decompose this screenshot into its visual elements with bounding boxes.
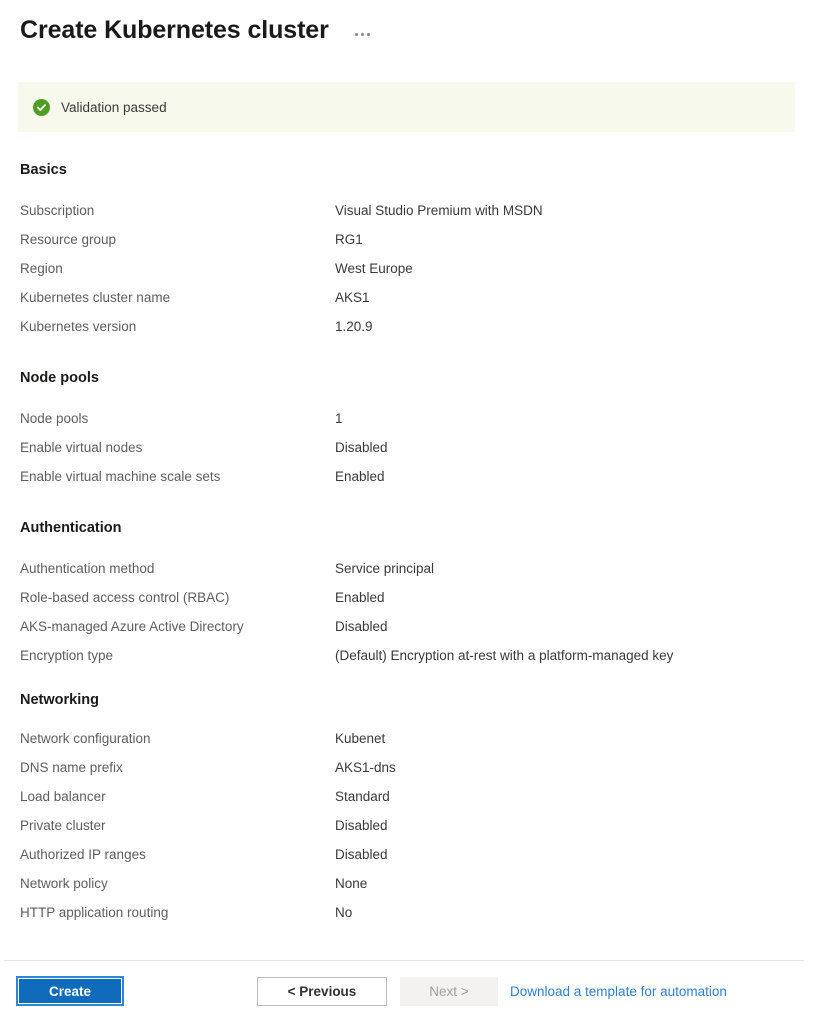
download-template-link[interactable]: Download a template for automation	[510, 984, 727, 999]
summary-row: Role-based access control (RBAC) Enabled	[0, 583, 814, 612]
row-label: Network policy	[20, 876, 108, 891]
summary-row: HTTP application routing No	[0, 898, 814, 927]
section-authentication: Authentication Authentication method Ser…	[0, 518, 814, 670]
summary-row: Enable virtual nodes Disabled	[0, 433, 814, 462]
summary-row: Resource group RG1	[0, 225, 814, 254]
row-value: West Europe	[335, 261, 413, 276]
row-value: Disabled	[335, 847, 388, 862]
row-label: DNS name prefix	[20, 760, 123, 775]
row-label: Encryption type	[20, 648, 114, 663]
row-label: Role-based access control (RBAC)	[20, 590, 230, 605]
section-heading: Basics	[20, 162, 67, 178]
section-networking: Networking Network configuration Kubenet…	[0, 690, 814, 927]
row-value: AKS1-dns	[335, 760, 396, 775]
section-heading: Authentication	[20, 520, 122, 536]
row-value: Enabled	[335, 469, 385, 484]
check-circle-icon	[33, 98, 50, 116]
summary-row: Encryption type (Default) Encryption at-…	[0, 641, 814, 670]
ellipsis-dot-icon	[360, 32, 364, 36]
row-value: No	[335, 905, 353, 920]
summary-row: Load balancer Standard	[0, 782, 814, 811]
section-rows: Node pools 1 Enable virtual nodes Disabl…	[0, 404, 814, 491]
validation-message: Validation passed	[61, 99, 167, 115]
row-value: None	[335, 876, 368, 891]
row-label: AKS-managed Azure Active Directory	[20, 619, 244, 634]
row-label: Subscription	[20, 203, 95, 218]
previous-button[interactable]: < Previous	[257, 976, 387, 1006]
create-button[interactable]: Create	[16, 976, 124, 1006]
footer-action-bar: Create < Previous Next > Download a temp…	[0, 961, 814, 1021]
review-summary: Basics Subscription Visual Studio Premiu…	[0, 160, 814, 927]
row-label: Authorized IP ranges	[20, 847, 146, 862]
row-label: HTTP application routing	[20, 905, 169, 920]
summary-row: Region West Europe	[0, 254, 814, 283]
summary-row: Private cluster Disabled	[0, 811, 814, 840]
section-rows: Network configuration Kubenet DNS name p…	[0, 724, 814, 927]
summary-row: DNS name prefix AKS1-dns	[0, 753, 814, 782]
row-value: Standard	[335, 789, 390, 804]
section-basics: Basics Subscription Visual Studio Premiu…	[0, 160, 814, 341]
row-value: 1	[335, 411, 343, 426]
summary-row: Kubernetes version 1.20.9	[0, 312, 814, 341]
summary-row: Node pools 1	[0, 404, 814, 433]
row-label: Enable virtual machine scale sets	[20, 469, 221, 484]
section-heading: Node pools	[20, 370, 99, 386]
row-label: Private cluster	[20, 818, 106, 833]
summary-row: Network policy None	[0, 869, 814, 898]
row-value: 1.20.9	[335, 319, 373, 334]
row-value: Disabled	[335, 440, 388, 455]
row-label: Load balancer	[20, 789, 106, 804]
summary-row: Kubernetes cluster name AKS1	[0, 283, 814, 312]
page-header: Create Kubernetes cluster	[0, 0, 814, 46]
summary-row: AKS-managed Azure Active Directory Disab…	[0, 612, 814, 641]
row-value: Service principal	[335, 561, 435, 576]
row-label: Region	[20, 261, 63, 276]
summary-row: Subscription Visual Studio Premium with …	[0, 196, 814, 225]
row-value: Enabled	[335, 590, 385, 605]
row-label: Enable virtual nodes	[20, 440, 143, 455]
page-title: Create Kubernetes cluster	[20, 16, 329, 44]
section-node-pools: Node pools Node pools 1 Enable virtual n…	[0, 368, 814, 491]
row-value: Disabled	[335, 818, 388, 833]
row-label: Resource group	[20, 232, 117, 247]
row-label: Node pools	[20, 411, 89, 426]
summary-row: Authorized IP ranges Disabled	[0, 840, 814, 869]
summary-row: Authentication method Service principal	[0, 554, 814, 583]
row-value: Kubenet	[335, 731, 386, 746]
row-label: Kubernetes cluster name	[20, 290, 171, 305]
row-value: AKS1	[335, 290, 370, 305]
summary-row: Enable virtual machine scale sets Enable…	[0, 462, 814, 491]
validation-banner: Validation passed	[18, 82, 795, 132]
row-value: RG1	[335, 232, 363, 247]
section-heading: Networking	[20, 692, 99, 708]
section-rows: Subscription Visual Studio Premium with …	[0, 196, 814, 341]
ellipsis-dot-icon	[366, 32, 370, 36]
ellipsis-dot-icon	[354, 32, 358, 36]
row-label: Authentication method	[20, 561, 155, 576]
row-value: (Default) Encryption at-rest with a plat…	[335, 648, 674, 663]
row-label: Kubernetes version	[20, 319, 137, 334]
next-button: Next >	[400, 976, 498, 1006]
more-options-button[interactable]	[351, 27, 374, 42]
row-value: Disabled	[335, 619, 388, 634]
row-value: Visual Studio Premium with MSDN	[335, 203, 543, 218]
row-label: Network configuration	[20, 731, 151, 746]
summary-row: Network configuration Kubenet	[0, 724, 814, 753]
section-rows: Authentication method Service principal …	[0, 554, 814, 670]
